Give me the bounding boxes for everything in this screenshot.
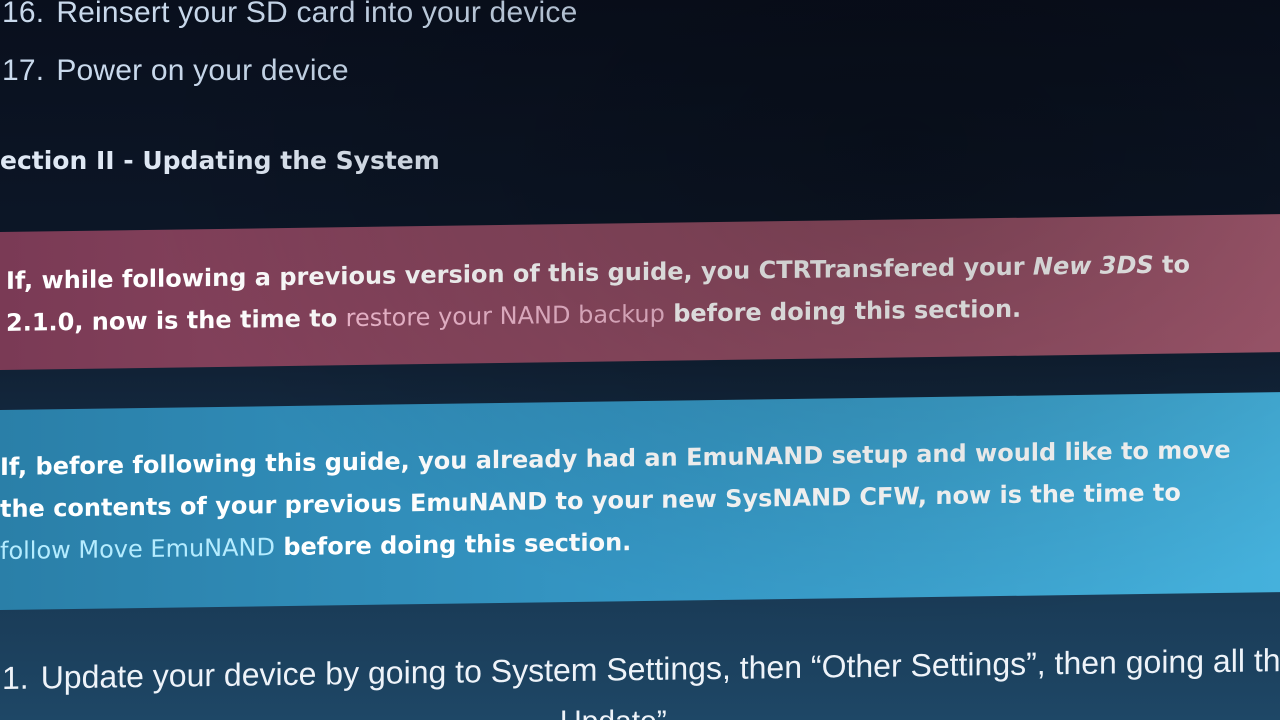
warning-text-after: before doing this section.: [664, 294, 1022, 328]
restore-nand-backup-link[interactable]: restore your NAND backup: [346, 300, 665, 332]
list-item-text: Reinsert your SD card into your device: [56, 0, 578, 29]
step-1-continued: Update”: [560, 705, 667, 720]
warning-emphasis: New 3DS: [1032, 250, 1154, 281]
info-text-before: If, before following this guide, you alr…: [0, 435, 1231, 523]
info-notice: If, before following this guide, you alr…: [0, 392, 1280, 610]
warning-notice: If, while following a previous version o…: [0, 214, 1280, 370]
move-emunand-link[interactable]: follow Move EmuNAND: [0, 533, 275, 565]
list-item-17: 17. Power on your device: [2, 54, 349, 88]
warning-text-before: If, while following a previous version o…: [6, 252, 1033, 295]
step-1: 1. Update your device by going to System …: [2, 642, 1280, 697]
guide-page: 16. Reinsert your SD card into your devic…: [0, 0, 1280, 720]
section-heading: ection II - Updating the System: [0, 146, 440, 175]
list-item-16: 16. Reinsert your SD card into your devic…: [2, 0, 577, 30]
step-text: Update your device by going to System Se…: [40, 642, 1280, 696]
list-item-number: 16.: [2, 0, 45, 29]
info-text-after: before doing this section.: [274, 528, 632, 562]
list-item-number: 17.: [2, 54, 45, 87]
list-item-text: Power on your device: [56, 54, 349, 87]
step-number: 1.: [2, 659, 29, 696]
